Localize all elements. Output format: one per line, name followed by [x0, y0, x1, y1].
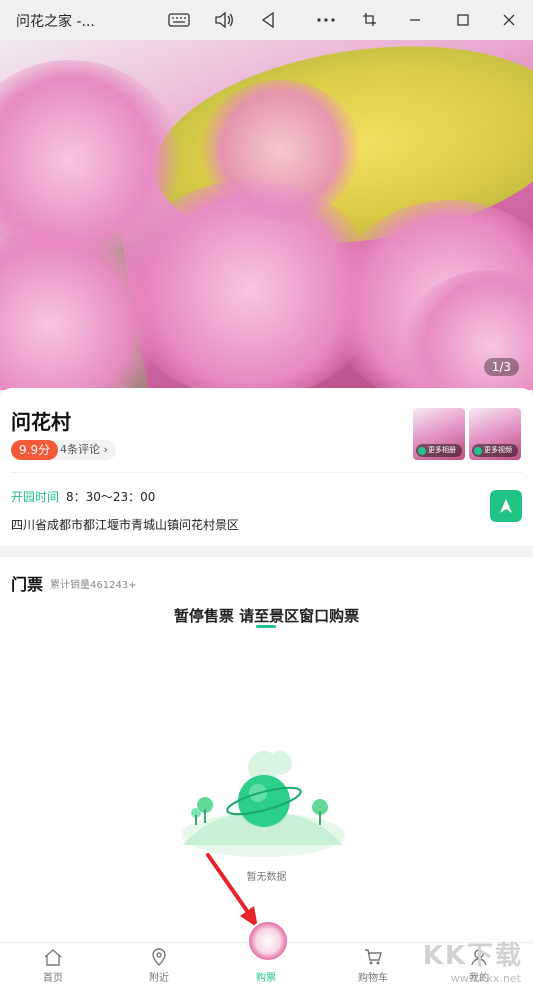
- reviews-count: 4条评论: [60, 443, 100, 456]
- keyboard-icon[interactable]: [168, 8, 190, 32]
- tab-nearby[interactable]: 附近: [129, 947, 189, 987]
- tab-cart[interactable]: 购物车: [343, 947, 403, 987]
- carousel-counter: 1/3: [483, 358, 519, 376]
- chevron-right-icon: ›: [103, 443, 108, 456]
- window-title: 问花之家 -...: [16, 14, 95, 30]
- watermark-logo: KK下载: [422, 941, 523, 971]
- back-triangle-icon[interactable]: [260, 8, 276, 32]
- divider: [11, 472, 522, 473]
- buy-tickets-logo-icon[interactable]: [247, 920, 289, 962]
- close-icon[interactable]: [502, 8, 516, 32]
- album-thumbnail[interactable]: 更多相册: [413, 408, 465, 460]
- reviews-link[interactable]: 4条评论 ›: [54, 440, 116, 460]
- watermark-url: www.kkx.net: [450, 972, 521, 985]
- opening-hours-value: 8：30～23：00: [66, 490, 156, 504]
- tab-home[interactable]: 首页: [23, 947, 83, 987]
- volume-icon[interactable]: [214, 8, 234, 32]
- cart-icon: [365, 949, 382, 965]
- album-icon: [418, 446, 426, 455]
- blossom-tree: [200, 80, 360, 220]
- screenshot-icon[interactable]: [362, 8, 378, 32]
- navigate-button[interactable]: [490, 490, 522, 522]
- tab-buy-label: 购票: [256, 973, 276, 984]
- scenic-info-card: 问花村 4条评论 › 9.9分 更多相册 更多视频 开园时间 8：30～23：0…: [0, 388, 533, 546]
- empty-state-illustration: [181, 751, 345, 857]
- hero-photo-carousel[interactable]: 1/3: [0, 40, 533, 390]
- tab-cart-label: 购物车: [358, 973, 388, 984]
- minimize-icon[interactable]: [408, 8, 422, 32]
- video-label: 更多视频: [484, 446, 512, 454]
- ticket-notice: 暂停售票 请至景区窗口购票: [173, 607, 360, 625]
- sales-count: 累计销量461243+: [50, 580, 137, 591]
- score-badge: 9.9分: [11, 440, 59, 460]
- address-text: 四川省成都市都江堰市青城山镇问花村景区: [11, 518, 240, 532]
- empty-state-text: 暂无数据: [246, 872, 287, 883]
- place-name: 问花村: [11, 410, 71, 434]
- tickets-title: 门票: [11, 575, 44, 594]
- opening-hours-label: 开园时间: [11, 490, 60, 504]
- tab-nearby-label: 附近: [149, 973, 169, 984]
- navigation-arrow-icon: [500, 499, 512, 513]
- location-pin-icon: [152, 948, 166, 966]
- notice-underline: [256, 625, 276, 628]
- more-icon[interactable]: [316, 8, 336, 32]
- window-titlebar: 问花之家 -...: [0, 0, 533, 41]
- tab-home-label: 首页: [43, 973, 63, 984]
- video-thumbnail[interactable]: 更多视频: [469, 408, 521, 460]
- album-label: 更多相册: [428, 446, 456, 454]
- home-icon: [44, 949, 62, 966]
- play-icon: [474, 446, 482, 455]
- tickets-section: 门票 累计销量461243+ 暂停售票 请至景区窗口购票 暂无数据: [0, 557, 533, 942]
- maximize-icon[interactable]: [456, 8, 470, 32]
